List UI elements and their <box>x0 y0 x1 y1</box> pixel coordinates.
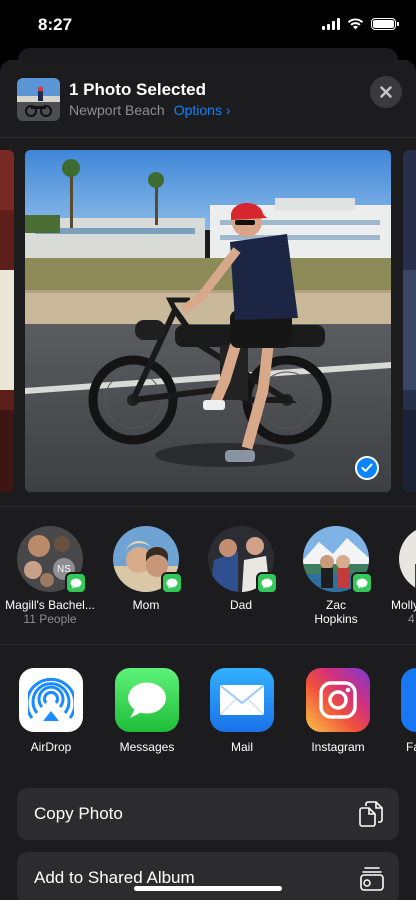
next-photo[interactable] <box>403 150 416 492</box>
app-label: AirDrop <box>30 740 72 754</box>
person-subtitle: 4 <box>408 612 415 626</box>
person-name: Magill's Bachel... <box>5 598 95 612</box>
previous-photo[interactable] <box>0 150 14 492</box>
messages-badge-icon <box>256 572 278 594</box>
action-label: Copy Photo <box>34 804 123 823</box>
airdrop-icon <box>19 668 83 732</box>
selected-photo[interactable] <box>25 150 391 492</box>
person-dad[interactable]: Dad <box>193 526 289 612</box>
share-subtitle: Newport Beach Options › <box>69 102 231 118</box>
app-messages[interactable]: Messages <box>102 668 192 754</box>
messages-badge-icon <box>351 572 373 594</box>
close-button[interactable] <box>370 76 402 108</box>
person-mom[interactable]: Mom <box>98 526 194 612</box>
section-divider <box>0 506 416 507</box>
app-facebook[interactable]: Fa <box>382 668 416 754</box>
location-label: Newport Beach <box>69 102 165 118</box>
people-suggestions: NS Magill's Bachel... 11 People Mom Dad … <box>0 526 416 636</box>
app-instagram[interactable]: Instagram <box>293 668 383 754</box>
share-header: 1 Photo Selected Newport Beach Options › <box>0 60 416 138</box>
mail-icon <box>210 668 274 732</box>
person-name: Molly <box>391 598 416 612</box>
options-button[interactable]: Options › <box>174 102 231 118</box>
share-sheet: 1 Photo Selected Newport Beach Options › <box>0 60 416 900</box>
status-icons <box>322 18 399 30</box>
shared-album-icon <box>360 867 384 891</box>
person-name: Zac <box>325 598 346 612</box>
app-label: Instagram <box>311 740 365 754</box>
person-name: Dad <box>229 598 252 612</box>
status-bar: 8:27 <box>0 0 416 50</box>
messages-icon <box>115 668 179 732</box>
app-mail[interactable]: Mail <box>197 668 287 754</box>
person-magills-bachelor[interactable]: NS Magill's Bachel... 11 People <box>2 526 98 626</box>
section-divider <box>0 644 416 645</box>
instagram-icon <box>306 668 370 732</box>
action-label: Add to Shared Album <box>34 868 195 887</box>
copy-photo-button[interactable]: Copy Photo <box>17 788 399 840</box>
app-label: Messages <box>119 740 175 754</box>
status-time: 8:27 <box>38 15 73 34</box>
messages-badge-icon <box>65 572 87 594</box>
person-zac-hopkins[interactable]: Zac Hopkins <box>288 526 384 626</box>
selected-photo-thumbnail <box>17 78 60 121</box>
add-to-shared-album-button[interactable]: Add to Shared Album <box>17 852 399 900</box>
messages-badge-icon <box>161 572 183 594</box>
app-label: Mail <box>230 740 253 754</box>
person-subtitle: 11 People <box>23 612 77 626</box>
person-subtitle: Hopkins <box>314 612 358 626</box>
wifi-icon <box>347 18 364 30</box>
avatar <box>399 526 416 592</box>
facebook-icon <box>401 668 416 732</box>
copy-icon <box>359 801 383 827</box>
person-name: Mom <box>132 598 160 612</box>
app-airdrop[interactable]: AirDrop <box>6 668 96 754</box>
person-molly[interactable]: Molly 4 <box>384 526 416 626</box>
selected-checkmark-icon <box>355 456 379 480</box>
app-label: Fa <box>406 740 416 754</box>
cellular-signal-icon <box>322 18 340 30</box>
photo-carousel[interactable] <box>0 150 416 492</box>
battery-icon <box>371 18 399 30</box>
share-title: 1 Photo Selected <box>69 80 206 99</box>
close-icon <box>380 86 392 98</box>
share-apps: AirDrop Messages Mail Instagram F <box>0 668 416 768</box>
home-indicator[interactable] <box>134 886 282 891</box>
